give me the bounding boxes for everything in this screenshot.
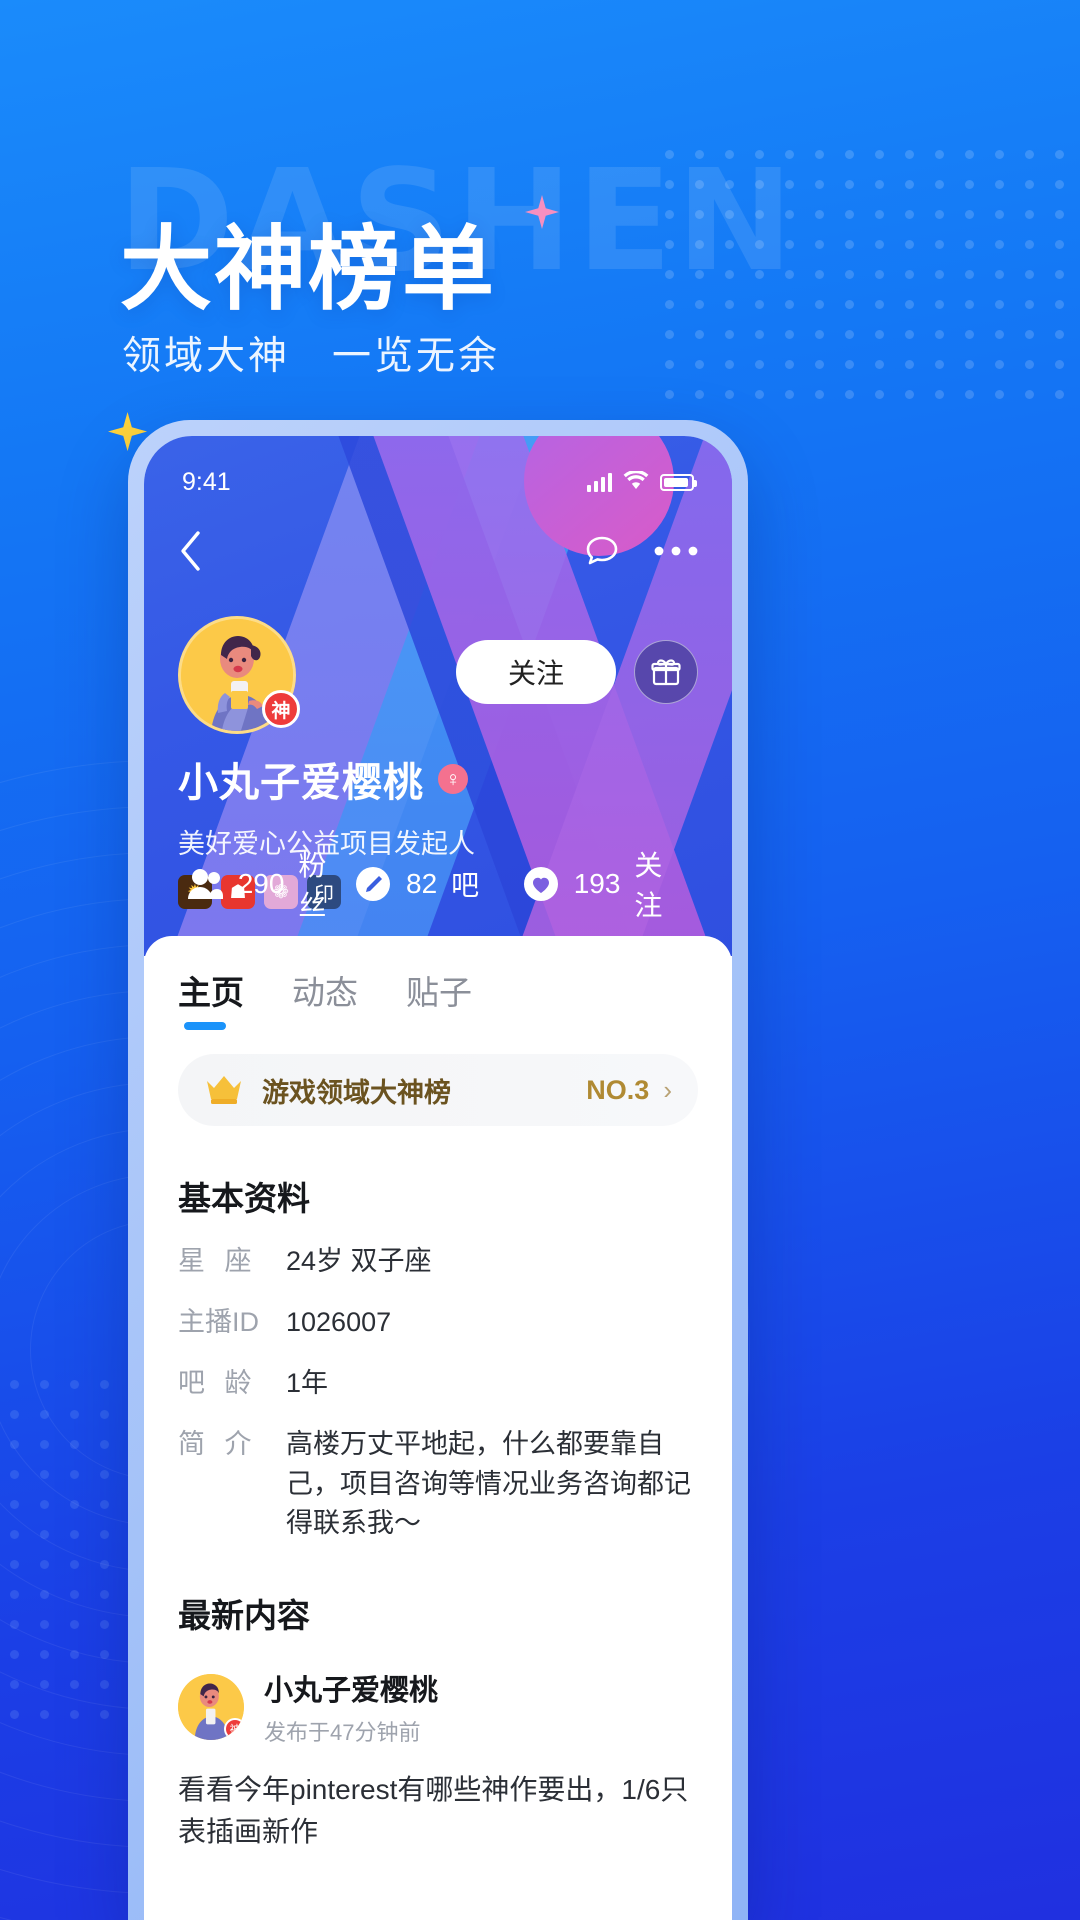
stat-bars-label: 吧: [451, 870, 480, 901]
info-key: 简 介: [178, 1429, 258, 1460]
stat-bars[interactable]: 82 吧: [354, 844, 522, 924]
chevron-right-icon: ›: [663, 1074, 672, 1105]
stat-fans-value: 290: [237, 868, 285, 899]
rank-card[interactable]: 游戏领域大神榜 NO.3 ›: [178, 1054, 698, 1126]
content-card: 主页 动态 贴子 游戏领域大神榜 NO.3 › 基本资料 星 座 24岁 双子座…: [144, 936, 732, 1920]
rank-title: 游戏领域大神榜: [262, 1077, 451, 1108]
back-button[interactable]: [178, 530, 202, 577]
stat-fans-label: 粉丝: [298, 850, 327, 921]
stat-following-label: 关注: [634, 850, 663, 921]
phone-mockup: 9:41 关注 神 小丸子爱樱桃 ♀ 美好爱心公益项目发起人 ☗ ❁ 印 290…: [128, 420, 748, 1920]
post-text: 看看今年pinterest有哪些神作要出，1/6只表插画新作: [178, 1773, 689, 1847]
chat-bubble-icon[interactable]: [582, 531, 622, 576]
latest-content-title: 最新内容: [178, 1596, 310, 1634]
info-row-anchor-id: 主播ID 1026007: [178, 1303, 698, 1342]
heart-icon: [522, 865, 560, 903]
stat-following-value: 193: [573, 868, 621, 899]
post-header[interactable]: 神 小丸子爱樱桃 发布于47分钟前: [178, 1667, 698, 1747]
follow-button[interactable]: 关注: [456, 640, 616, 704]
tab-home[interactable]: 主页: [178, 966, 244, 1030]
profile-actions: 关注: [456, 640, 698, 704]
stat-fans[interactable]: 290 粉丝: [186, 844, 354, 924]
status-time: 9:41: [182, 467, 231, 496]
gender-female-icon: ♀: [438, 764, 468, 794]
post-avatar: 神: [178, 1673, 244, 1740]
post-author: 小丸子爱樱桃: [264, 1674, 439, 1707]
info-value: 高楼万丈平地起，什么都要靠自己，项目咨询等情况业务咨询都记得联系我～: [286, 1429, 691, 1538]
info-value: 1年: [286, 1368, 329, 1399]
info-value: 24岁 双子座: [286, 1246, 432, 1276]
avatar[interactable]: 神: [178, 616, 300, 734]
battery-icon: [660, 473, 697, 491]
gift-icon[interactable]: [634, 640, 698, 704]
info-row-intro: 简 介 高楼万丈平地起，什么都要靠自己，项目咨询等情况业务咨询都记得联系我～: [178, 1425, 698, 1542]
username-row: 小丸子爱樱桃 ♀: [178, 750, 698, 808]
info-row-bar-age: 吧 龄 1年: [178, 1364, 698, 1403]
post-time: 发布于47分钟前: [264, 1719, 421, 1745]
people-icon: [186, 865, 224, 903]
info-key: 星 座: [178, 1246, 258, 1276]
basic-info-title: 基本资料: [178, 1180, 310, 1217]
wifi-icon: [623, 468, 649, 497]
phone-screen: 9:41 关注 神 小丸子爱樱桃 ♀ 美好爱心公益项目发起人 ☗ ❁ 印 290…: [144, 436, 732, 1920]
info-key: 吧 龄: [178, 1368, 258, 1399]
tab-bar: 主页 动态 贴子: [178, 936, 698, 1030]
god-badge: 神: [262, 690, 300, 728]
crown-icon: [204, 1072, 244, 1109]
rank-value: NO.3: [586, 1074, 650, 1105]
page-title: 大神榜单: [120, 219, 497, 321]
tab-posts[interactable]: 贴子: [406, 966, 472, 1030]
info-value: 1026007: [286, 1307, 392, 1338]
post-god-badge: 神: [224, 1717, 244, 1740]
signal-icon: [587, 472, 612, 492]
info-key: 主播ID: [178, 1307, 259, 1338]
username: 小丸子爱樱桃: [178, 761, 424, 805]
page-subtitle: 领域大神 一览无余: [122, 335, 501, 378]
ellipsis-icon[interactable]: [654, 544, 698, 562]
stats-row: 290 粉丝 82 吧 193 关注: [144, 844, 732, 924]
profile-header-banner: 9:41 关注 神 小丸子爱樱桃 ♀ 美好爱心公益项目发起人 ☗ ❁ 印 290…: [144, 436, 732, 956]
navigation-bar: [144, 518, 732, 588]
pencil-icon: [354, 865, 392, 903]
stat-bars-value: 82: [406, 868, 438, 899]
tab-moments[interactable]: 动态: [292, 966, 358, 1030]
status-bar: 9:41: [144, 462, 732, 502]
stat-following[interactable]: 193 关注: [522, 844, 690, 924]
info-row-constellation: 星 座 24岁 双子座: [178, 1242, 698, 1281]
